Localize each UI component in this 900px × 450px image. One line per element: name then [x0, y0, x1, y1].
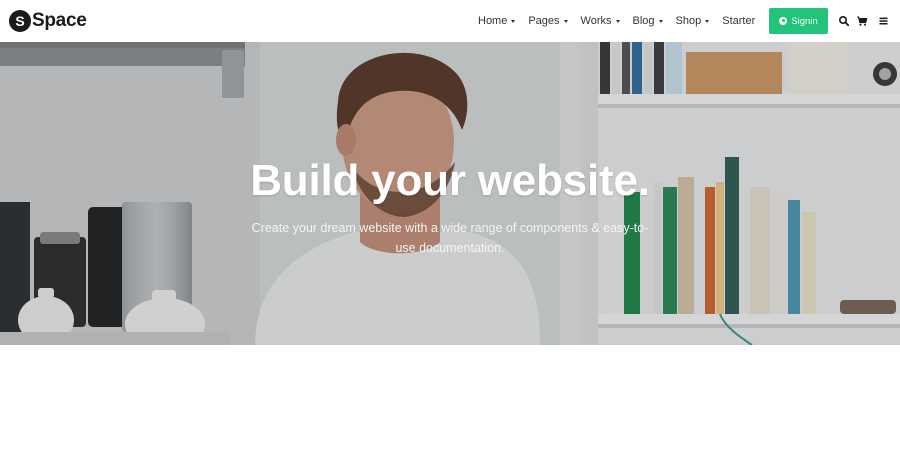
user-icon — [779, 17, 788, 25]
brand-mark-icon: S — [9, 10, 31, 32]
brand-name: Space — [32, 10, 87, 31]
nav-item-label: Starter — [722, 15, 756, 27]
nav-item-shop[interactable]: Shop — [676, 15, 710, 27]
nav-item-starter[interactable]: Starter — [722, 15, 755, 27]
nav-item-label: Shop — [675, 15, 702, 27]
page-content-area — [0, 345, 900, 450]
main-nav: Home Pages Works Blog Shop Starter — [478, 0, 768, 42]
chevron-down-icon — [563, 19, 568, 23]
nav-item-label: Home — [478, 15, 508, 27]
chevron-down-icon — [511, 19, 516, 23]
chevron-down-icon — [658, 19, 663, 23]
nav-item-home[interactable]: Home — [478, 15, 516, 27]
nav-item-label: Pages — [528, 15, 560, 27]
cart-icon[interactable] — [856, 15, 868, 27]
top-navbar: S Space Home Pages Works Blog Shop Start… — [0, 0, 900, 42]
hero-subtitle: Create your dream website with a wide ra… — [251, 221, 649, 255]
chevron-down-icon — [615, 19, 620, 23]
nav-item-label: Works — [580, 15, 612, 27]
menu-icon[interactable] — [878, 15, 890, 27]
search-icon[interactable] — [838, 15, 850, 27]
brand-logo[interactable]: S Space — [9, 9, 87, 33]
nav-item-pages[interactable]: Pages — [528, 15, 568, 27]
chevron-down-icon — [705, 19, 710, 23]
nav-item-label: Blog — [632, 15, 655, 27]
hero-title: Build your website. — [250, 156, 650, 205]
hero-banner: Build your website. Create your dream we… — [0, 42, 900, 345]
signin-label: Signin — [791, 15, 818, 27]
nav-item-blog[interactable]: Blog — [633, 15, 663, 27]
signin-button[interactable]: Signin — [769, 8, 828, 34]
nav-item-works[interactable]: Works — [581, 15, 620, 27]
